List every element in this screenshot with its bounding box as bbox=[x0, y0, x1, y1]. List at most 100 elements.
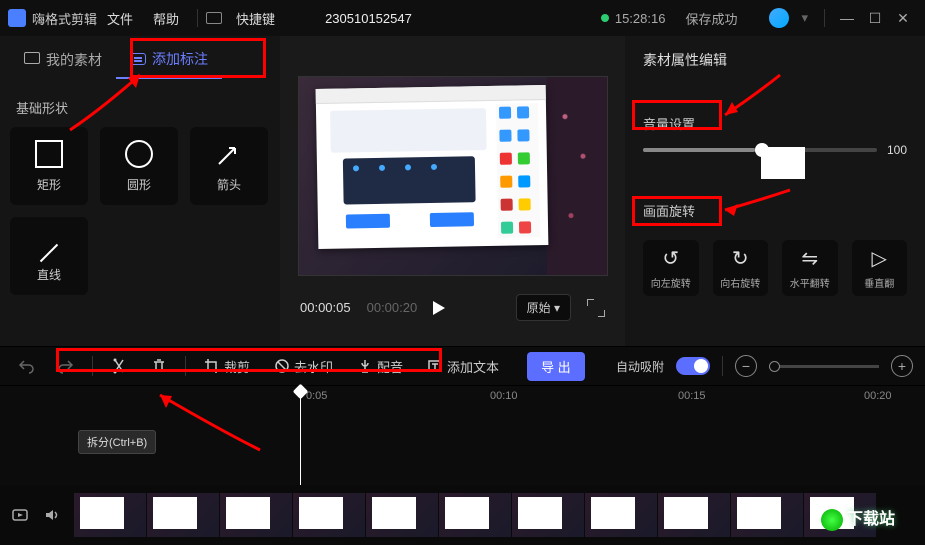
ruler-tick: 00:20 bbox=[864, 390, 892, 402]
current-time: 00:00:05 bbox=[300, 300, 351, 315]
minimize-button[interactable]: — bbox=[833, 10, 861, 26]
fullscreen-button[interactable] bbox=[587, 299, 605, 317]
status-time: 15:28:16 bbox=[615, 11, 666, 26]
clip-thumb[interactable] bbox=[366, 493, 438, 537]
volume-slider[interactable] bbox=[643, 148, 877, 152]
volume-section-label: 音量设置 bbox=[643, 114, 695, 133]
left-panel: 我的素材 添加标注 基础形状 矩形 圆形 箭头 bbox=[0, 36, 280, 346]
clip-thumb[interactable] bbox=[220, 493, 292, 537]
crop-label: 裁剪 bbox=[224, 357, 250, 376]
dub-button[interactable]: 配音 bbox=[351, 353, 409, 380]
flip-horizontal-button[interactable]: ⇋ 水平翻转 bbox=[782, 240, 838, 296]
crop-button[interactable]: 裁剪 bbox=[198, 353, 256, 380]
clip-thumb[interactable] bbox=[439, 493, 511, 537]
close-button[interactable]: ✕ bbox=[889, 10, 917, 27]
clip-thumbnails[interactable]: 20230510-151 2023051 20230510-151011.mp4 bbox=[74, 493, 915, 537]
project-id: 230510152547 bbox=[325, 11, 412, 26]
dub-label: 配音 bbox=[377, 357, 403, 376]
preview-screenshot bbox=[315, 85, 548, 249]
watermark-logo-icon bbox=[821, 509, 843, 531]
clip-thumb[interactable] bbox=[585, 493, 657, 537]
resolution-select[interactable]: 原始 ▾ bbox=[516, 294, 571, 321]
time-ruler[interactable]: 0:05 00:10 00:15 00:20 bbox=[0, 386, 925, 410]
annotation-icon bbox=[130, 53, 146, 65]
shape-circle-button[interactable]: 圆形 bbox=[100, 127, 178, 205]
zoom-in-button[interactable]: + bbox=[891, 355, 913, 377]
clip-thumb[interactable] bbox=[74, 493, 146, 537]
preview-play-button[interactable] bbox=[10, 505, 30, 525]
menu-shortcuts[interactable]: 快捷键 bbox=[236, 9, 275, 28]
clip-thumb[interactable] bbox=[293, 493, 365, 537]
folder-icon bbox=[24, 52, 40, 68]
tab-annotate[interactable]: 添加标注 bbox=[116, 41, 222, 79]
avatar-chevron-icon[interactable]: ▾ bbox=[801, 10, 808, 26]
mute-button[interactable] bbox=[42, 505, 62, 525]
bottom-bar: 20230510-151 2023051 20230510-151011.mp4 bbox=[0, 485, 925, 545]
rotate-left-icon: ↺ bbox=[662, 246, 679, 271]
rotate-right-button[interactable]: ↻ 向右旋转 bbox=[713, 240, 769, 296]
properties-title: 素材属性编辑 bbox=[643, 50, 907, 70]
divider bbox=[824, 9, 825, 27]
clip-thumb[interactable] bbox=[731, 493, 803, 537]
split-button[interactable] bbox=[105, 354, 133, 378]
app-icon bbox=[8, 9, 26, 27]
shape-circle-label: 圆形 bbox=[127, 176, 151, 193]
clip-thumb[interactable] bbox=[658, 493, 730, 537]
rotate-section-label: 画面旋转 bbox=[643, 201, 695, 220]
flip-v-icon: ▷ bbox=[872, 246, 887, 271]
play-button[interactable] bbox=[433, 301, 445, 315]
split-tooltip: 拆分(Ctrl+B) bbox=[78, 430, 156, 454]
shape-arrow-button[interactable]: 箭头 bbox=[190, 127, 268, 205]
auto-snap-toggle[interactable] bbox=[676, 357, 710, 375]
shape-rect-label: 矩形 bbox=[37, 176, 61, 193]
tab-materials[interactable]: 我的素材 bbox=[10, 42, 116, 78]
shape-line-button[interactable]: 直线 bbox=[10, 217, 88, 295]
tab-annotate-label: 添加标注 bbox=[152, 49, 208, 69]
rotate-right-icon: ↻ bbox=[732, 246, 749, 271]
rotate-left-button[interactable]: ↺ 向左旋转 bbox=[643, 240, 699, 296]
export-button[interactable]: 导 出 bbox=[527, 352, 585, 381]
status-dot-icon bbox=[601, 14, 609, 22]
shape-arrow-label: 箭头 bbox=[217, 176, 241, 193]
video-preview[interactable] bbox=[298, 76, 608, 276]
clip-thumb[interactable] bbox=[147, 493, 219, 537]
ruler-tick: 00:10 bbox=[490, 390, 518, 402]
user-avatar[interactable] bbox=[769, 8, 789, 28]
delete-button[interactable] bbox=[145, 354, 173, 378]
status-text: 保存成功 bbox=[685, 9, 737, 28]
watermark-label: 去水印 bbox=[294, 357, 333, 376]
preview-panel: 00:00:05 00:00:20 原始 ▾ bbox=[280, 36, 625, 346]
auto-snap-label: 自动吸附 bbox=[616, 358, 664, 375]
zoom-slider[interactable] bbox=[769, 365, 879, 368]
total-time: 00:00:20 bbox=[367, 300, 418, 315]
maximize-button[interactable]: ☐ bbox=[861, 10, 889, 27]
flip-h-label: 水平翻转 bbox=[790, 275, 830, 290]
shapes-section-label: 基础形状 bbox=[0, 84, 280, 127]
clip-thumb[interactable] bbox=[512, 493, 584, 537]
add-text-button[interactable]: 添加文本 bbox=[421, 353, 505, 380]
shape-rect-button[interactable]: 矩形 bbox=[10, 127, 88, 205]
chevron-down-icon: ▾ bbox=[554, 301, 560, 315]
redo-button[interactable] bbox=[52, 354, 80, 378]
ruler-tick: 0:05 bbox=[306, 390, 327, 402]
line-icon bbox=[35, 230, 63, 258]
titlebar: 嗨格式剪辑 文件 帮助 快捷键 230510152547 15:28:16 保存… bbox=[0, 0, 925, 36]
zoom-out-button[interactable]: − bbox=[735, 355, 757, 377]
timeline-toolbar: 裁剪 去水印 配音 添加文本 导 出 自动吸附 − + bbox=[0, 346, 925, 386]
add-text-label: 添加文本 bbox=[447, 357, 499, 376]
undo-button[interactable] bbox=[12, 354, 40, 378]
resolution-label: 原始 bbox=[527, 301, 551, 315]
rotate-left-label: 向左旋转 bbox=[651, 275, 691, 290]
ruler-tick: 00:15 bbox=[678, 390, 706, 402]
menu-file[interactable]: 文件 bbox=[107, 9, 133, 28]
flip-h-icon: ⇋ bbox=[801, 246, 818, 271]
preview-background bbox=[547, 77, 607, 275]
keyboard-icon bbox=[206, 12, 222, 24]
menu-help[interactable]: 帮助 bbox=[153, 9, 179, 28]
rotate-right-label: 向右旋转 bbox=[720, 275, 760, 290]
flip-v-label: 垂直翻 bbox=[864, 275, 894, 290]
remove-watermark-button[interactable]: 去水印 bbox=[268, 353, 339, 380]
site-watermark: 下载站 bbox=[821, 505, 895, 531]
circle-icon bbox=[125, 140, 153, 168]
flip-vertical-button[interactable]: ▷ 垂直翻 bbox=[852, 240, 908, 296]
